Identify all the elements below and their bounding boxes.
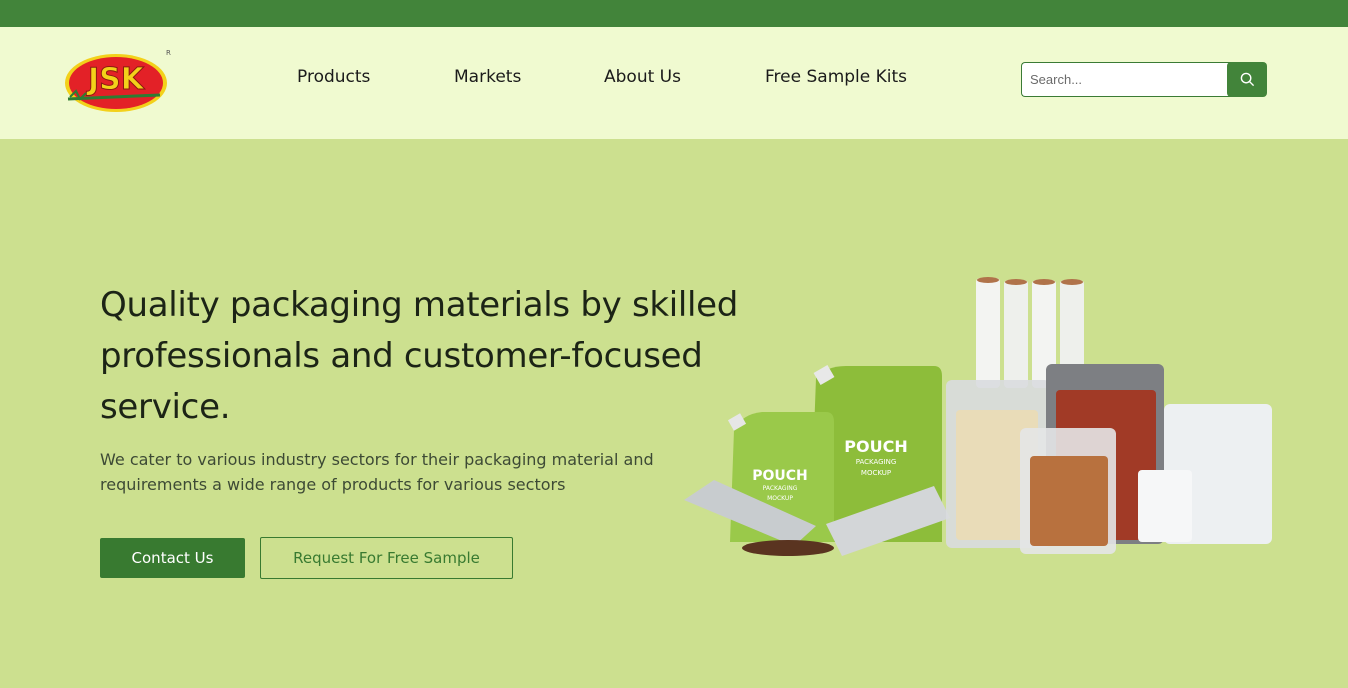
hero-subtitle: We cater to various industry sectors for… <box>100 450 654 494</box>
svg-text:POUCH: POUCH <box>752 468 808 484</box>
search-input[interactable] <box>1021 62 1231 97</box>
top-accent-bar <box>0 0 1348 27</box>
svg-text:POUCH: POUCH <box>844 437 907 456</box>
contact-us-button[interactable]: Contact Us <box>100 538 245 578</box>
svg-text:JSK: JSK <box>86 62 146 97</box>
nav-about-us[interactable]: About Us <box>604 67 681 87</box>
almond-bag <box>1020 428 1116 554</box>
search-bar <box>1021 62 1267 97</box>
registered-mark: R <box>166 49 171 57</box>
site-header: JSK R Products Markets About Us Free Sam… <box>0 27 1348 139</box>
search-button[interactable] <box>1227 62 1267 97</box>
brand-logo[interactable]: JSK R <box>62 47 174 119</box>
search-icon <box>1240 72 1254 87</box>
nav-free-sample-kits[interactable]: Free Sample Kits <box>765 67 907 87</box>
svg-text:MOCKUP: MOCKUP <box>861 469 891 477</box>
nav-products[interactable]: Products <box>297 67 370 87</box>
nav-markets[interactable]: Markets <box>454 67 521 87</box>
request-sample-button[interactable]: Request For Free Sample <box>260 537 513 579</box>
svg-text:PACKAGING: PACKAGING <box>763 485 798 492</box>
svg-text:PACKAGING: PACKAGING <box>856 458 897 466</box>
packaging-products-image: POUCH PACKAGING MOCKUP POUCH PACKAGING M… <box>676 270 1278 562</box>
svg-text:MOCKUP: MOCKUP <box>767 495 793 502</box>
